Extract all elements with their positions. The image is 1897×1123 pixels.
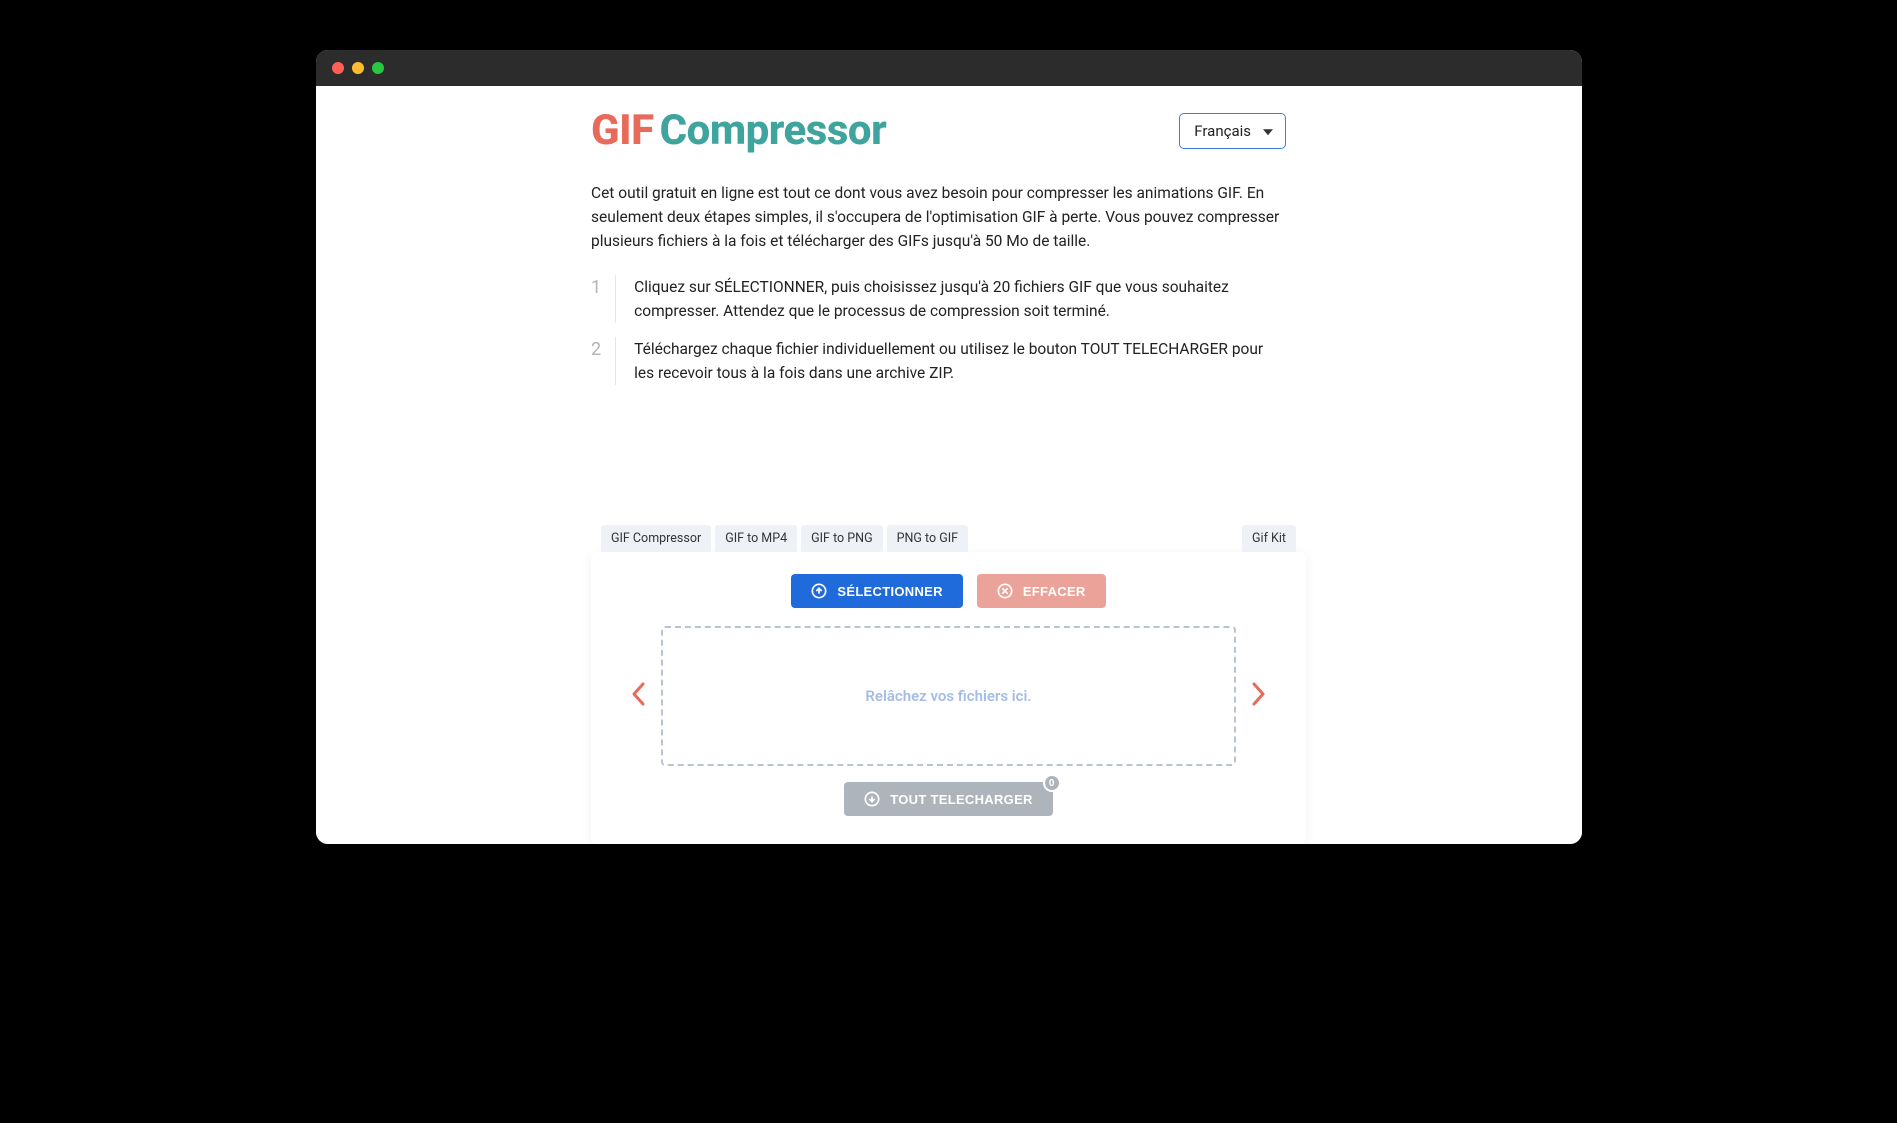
tab-gif-to-png[interactable]: GIF to PNG	[801, 525, 882, 552]
traffic-lights	[332, 62, 384, 74]
download-count-badge: 0	[1043, 774, 1061, 792]
step-1: 1 Cliquez sur SÉLECTIONNER, puis choisis…	[591, 275, 1286, 323]
close-window-button[interactable]	[332, 62, 344, 74]
download-all-button[interactable]: TOUT TELECHARGER 0	[844, 782, 1053, 816]
minimize-window-button[interactable]	[352, 62, 364, 74]
language-select[interactable]: Français	[1179, 113, 1286, 149]
language-selected-label: Français	[1194, 122, 1251, 140]
clear-icon	[997, 583, 1013, 599]
tab-gif-to-mp4[interactable]: GIF to MP4	[715, 525, 797, 552]
file-dropzone[interactable]: Relâchez vos fichiers ici.	[661, 626, 1236, 766]
dropzone-text: Relâchez vos fichiers ici.	[865, 687, 1031, 705]
tab-png-to-gif[interactable]: PNG to GIF	[887, 525, 968, 552]
intro-description: Cet outil gratuit en ligne est tout ce d…	[551, 181, 1346, 253]
download-all-label: TOUT TELECHARGER	[890, 792, 1033, 807]
site-logo: GIFCompressor	[591, 106, 886, 155]
clear-button-label: EFFACER	[1023, 584, 1086, 599]
prev-arrow[interactable]	[631, 679, 645, 714]
title-bar	[316, 50, 1582, 86]
tab-gif-compressor[interactable]: GIF Compressor	[601, 525, 711, 552]
upload-icon	[811, 583, 827, 599]
step-number: 2	[591, 337, 616, 385]
select-files-button[interactable]: SÉLECTIONNER	[791, 574, 962, 608]
next-arrow[interactable]	[1252, 679, 1266, 714]
step-text: Téléchargez chaque fichier individuellem…	[634, 337, 1286, 385]
step-text: Cliquez sur SÉLECTIONNER, puis choisisse…	[634, 275, 1286, 323]
logo-text-compressor: Compressor	[660, 106, 887, 155]
download-icon	[864, 791, 880, 807]
tab-gif-kit[interactable]: Gif Kit	[1242, 525, 1296, 552]
steps-list: 1 Cliquez sur SÉLECTIONNER, puis choisis…	[551, 275, 1346, 385]
page-content: GIFCompressor Français Cet outil gratuit…	[316, 86, 1582, 844]
step-2: 2 Téléchargez chaque fichier individuell…	[591, 337, 1286, 385]
logo-text-gif: GIF	[591, 106, 654, 155]
tabs-left-group: GIF Compressor GIF to MP4 GIF to PNG PNG…	[601, 525, 968, 552]
browser-window: GIFCompressor Français Cet outil gratuit…	[316, 50, 1582, 844]
step-number: 1	[591, 275, 616, 323]
upload-panel: SÉLECTIONNER EFFACER R	[591, 552, 1306, 844]
clear-button[interactable]: EFFACER	[977, 574, 1106, 608]
maximize-window-button[interactable]	[372, 62, 384, 74]
select-button-label: SÉLECTIONNER	[837, 584, 942, 599]
